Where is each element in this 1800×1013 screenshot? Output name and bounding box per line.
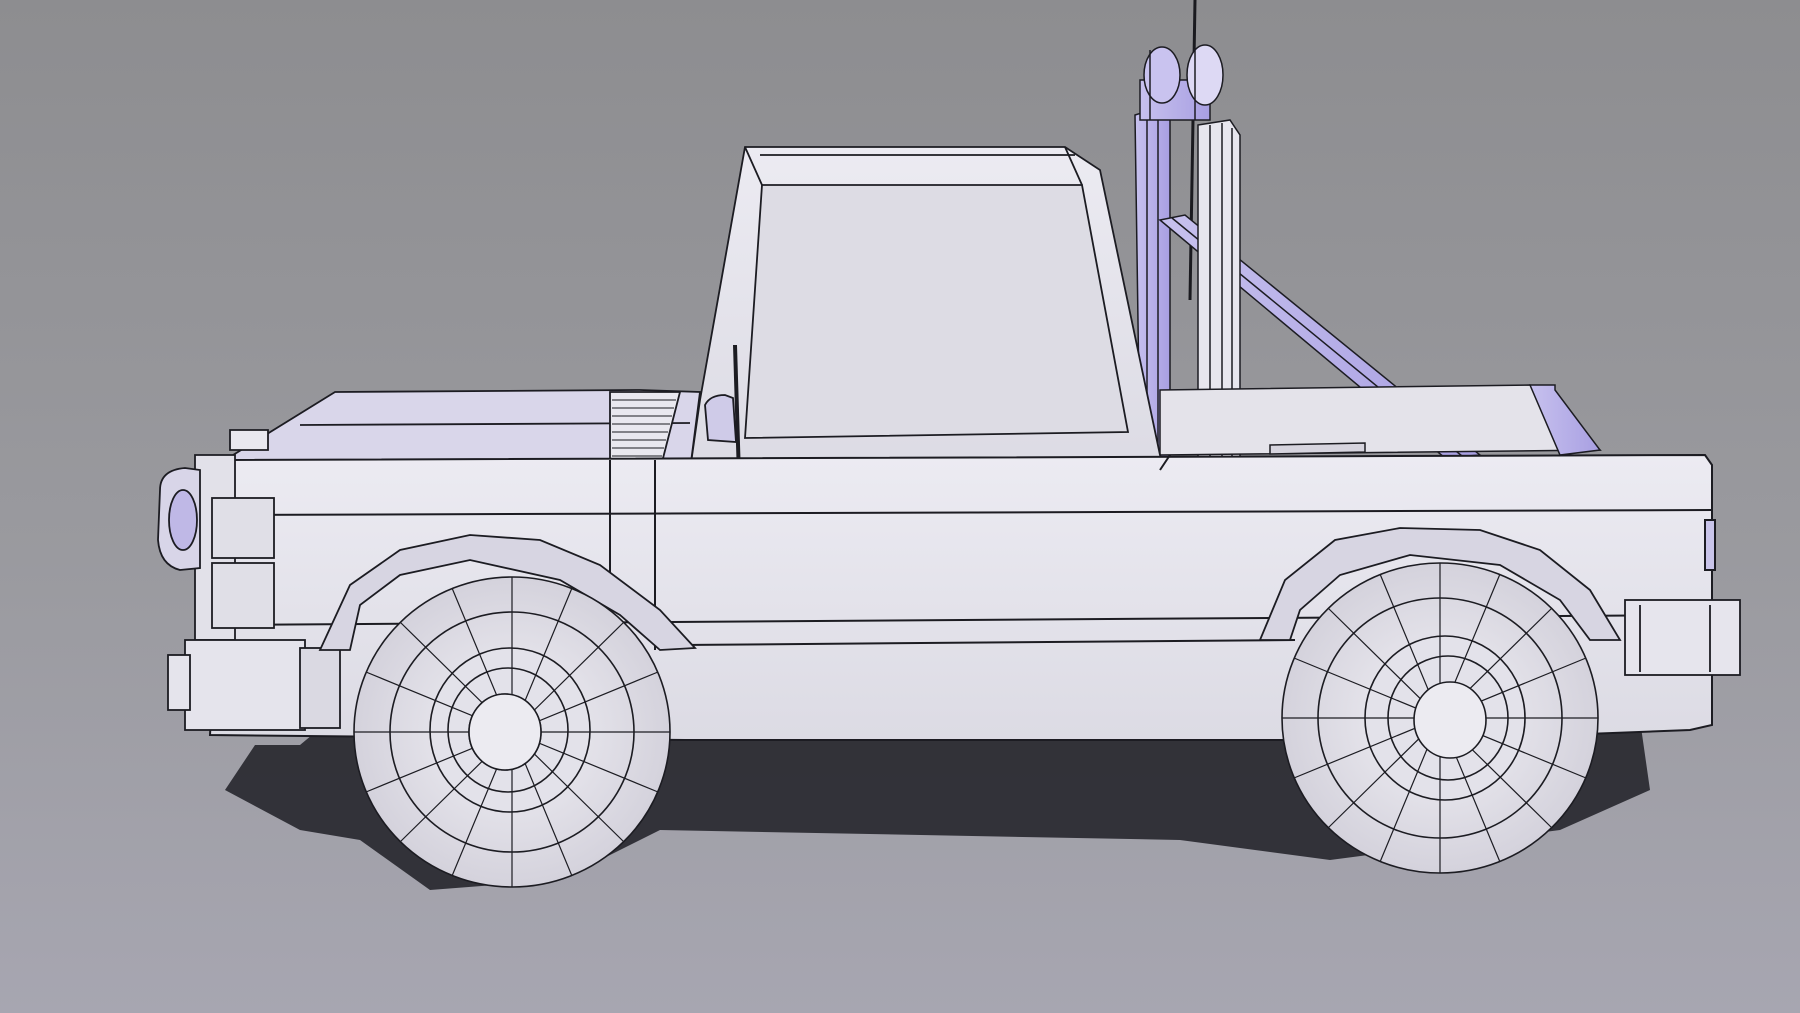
truck-render [0, 0, 1800, 1013]
truck-bed [1159, 384, 1602, 456]
rear-wheel [1281, 562, 1599, 874]
front-wheel [353, 576, 671, 888]
render-viewport [0, 0, 1800, 1013]
cab [688, 146, 1167, 511]
rear-bumper [1624, 599, 1741, 676]
